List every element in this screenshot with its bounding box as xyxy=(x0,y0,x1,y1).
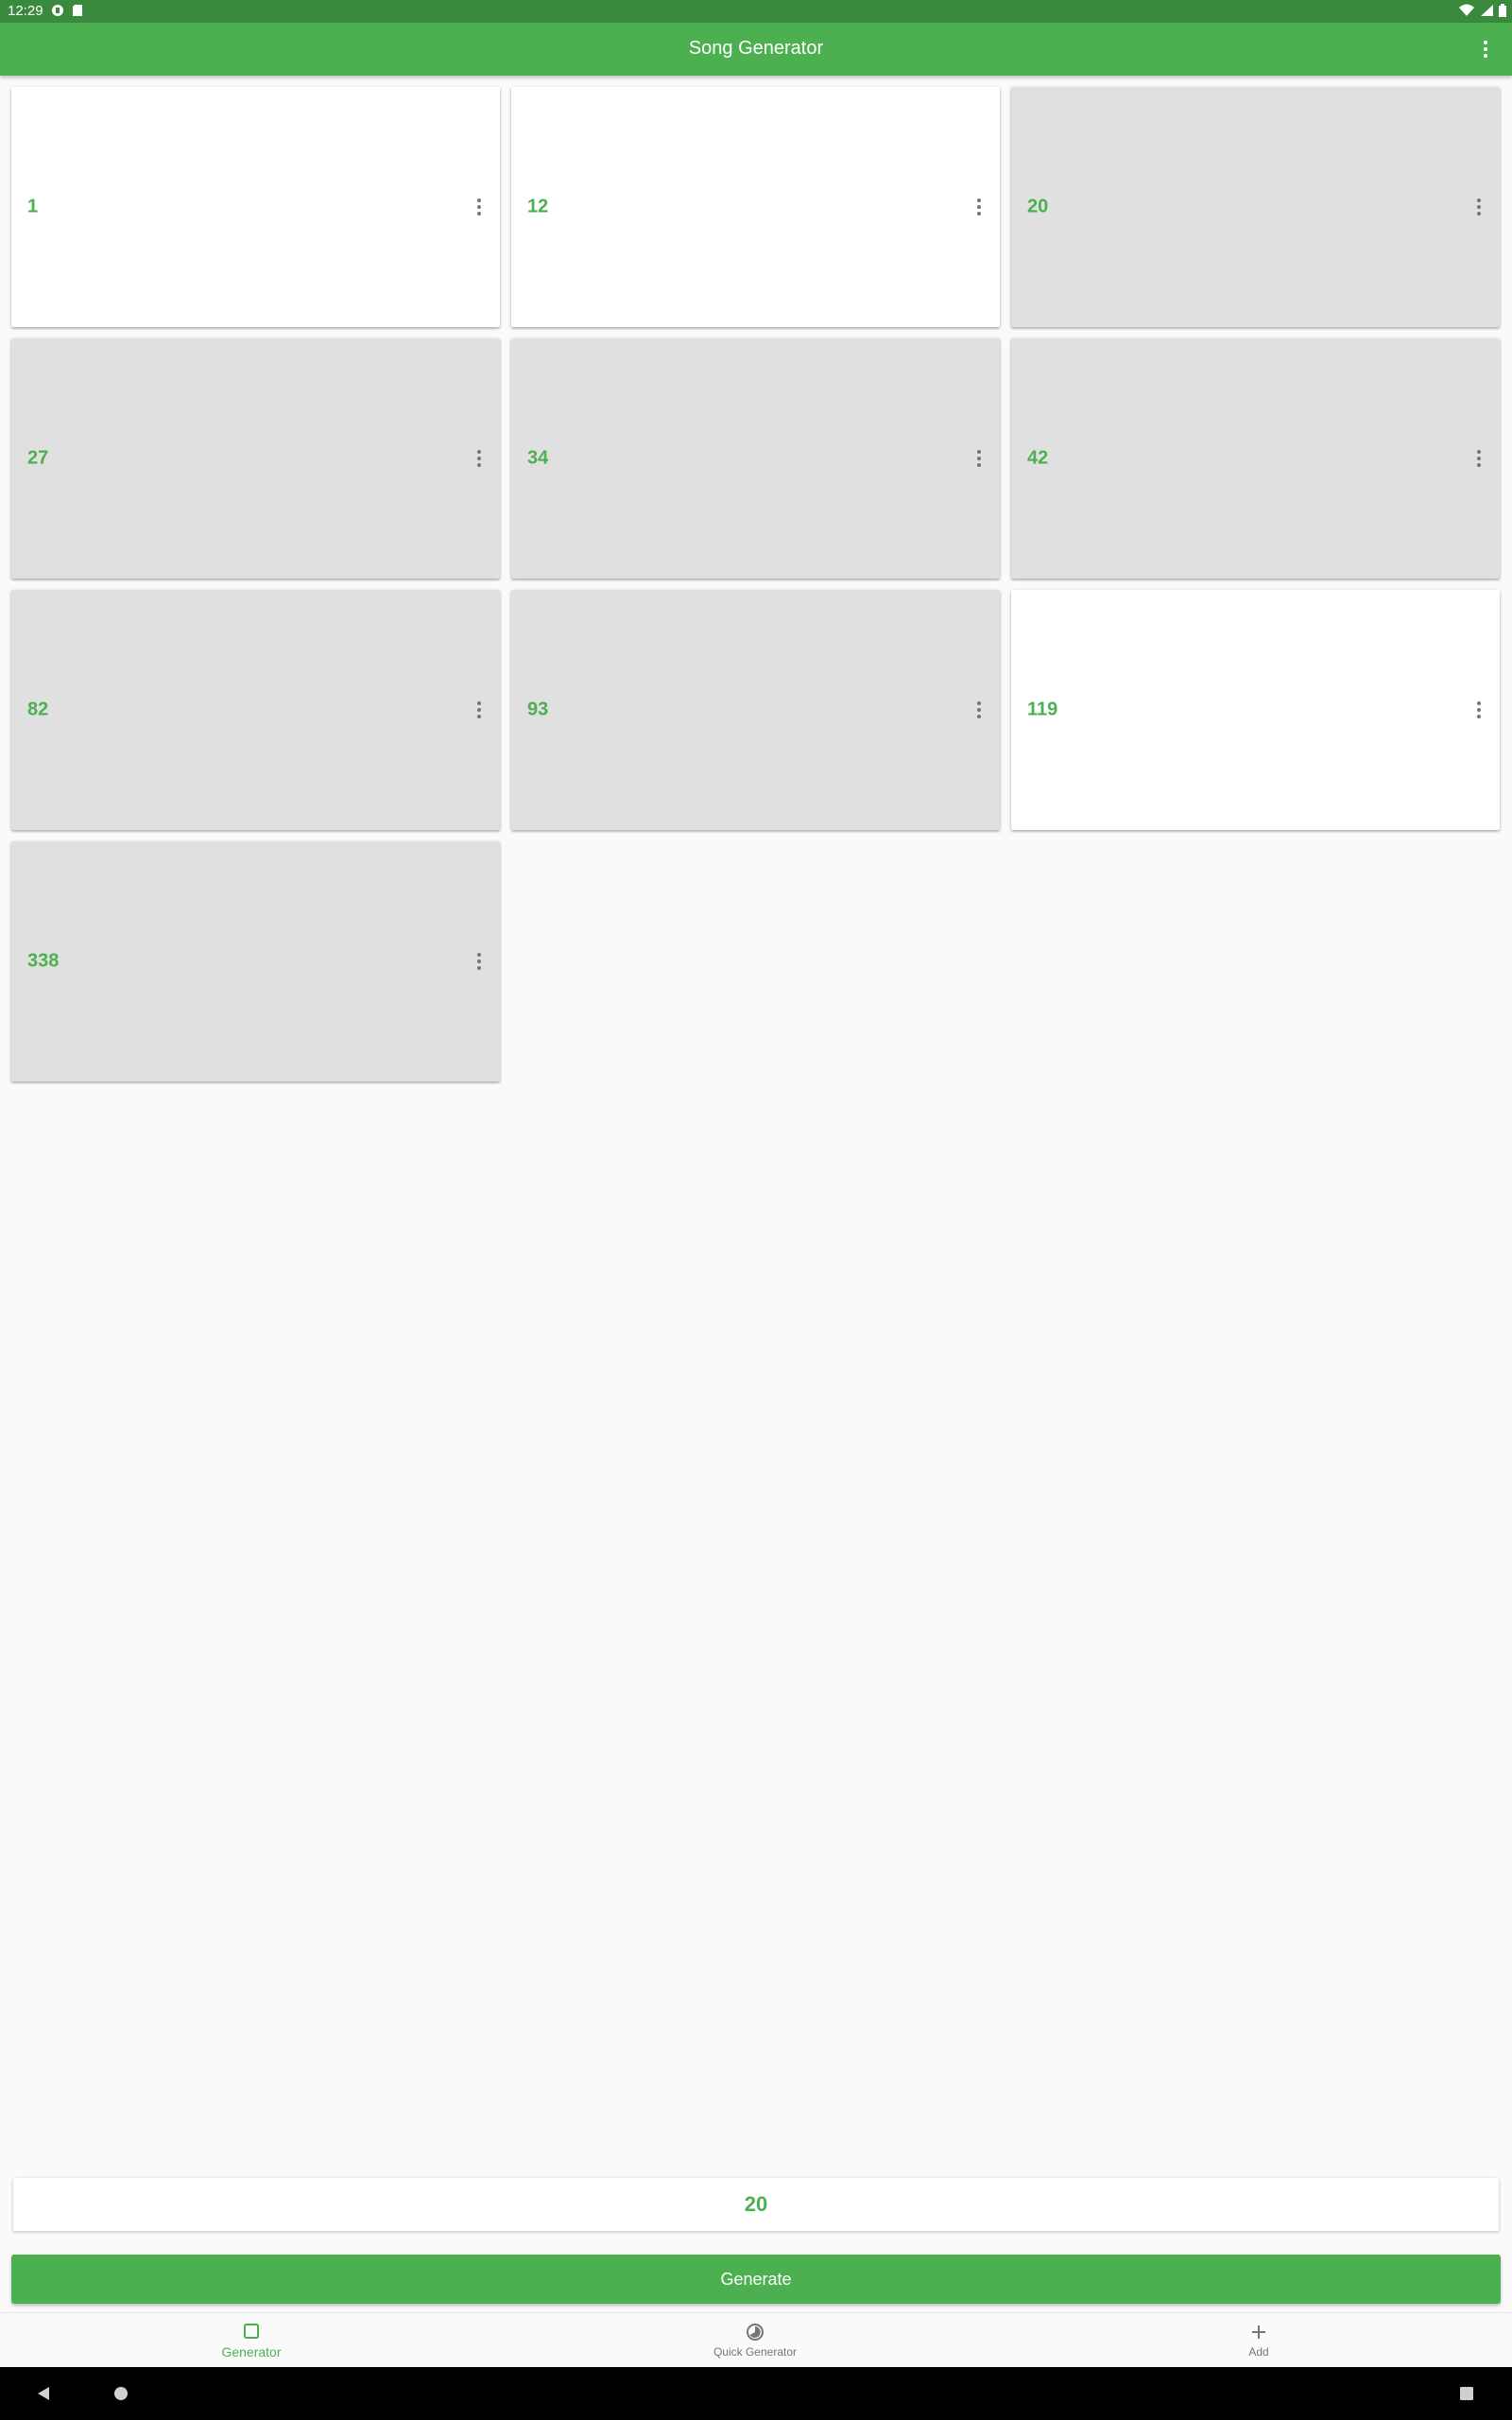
nav-quick-generator-label: Quick Generator xyxy=(713,2345,798,2359)
song-card-119[interactable]: 119 xyxy=(1011,590,1500,830)
card-more-icon[interactable] xyxy=(1471,699,1486,721)
nav-quick-generator[interactable]: Quick Generator xyxy=(661,2313,850,2368)
song-number: 27 xyxy=(27,447,49,469)
wifi-icon xyxy=(1459,4,1474,21)
song-grid: 1 12 20 27 34 42 82 93 119 338 xyxy=(11,87,1501,1081)
song-number: 34 xyxy=(527,447,549,469)
signal-icon xyxy=(1480,4,1493,21)
song-number: 20 xyxy=(1027,196,1049,217)
card-more-icon[interactable] xyxy=(472,699,487,721)
status-bar: 12:29 xyxy=(0,0,1512,23)
battery-icon xyxy=(1499,4,1506,21)
square-outline-icon xyxy=(243,2322,260,2341)
song-card-34[interactable]: 34 xyxy=(511,338,1000,579)
nav-add[interactable]: Add xyxy=(1164,2313,1353,2368)
nav-generator[interactable]: Generator xyxy=(157,2313,346,2368)
song-number: 82 xyxy=(27,699,49,720)
song-number: 119 xyxy=(1027,699,1058,720)
card-more-icon[interactable] xyxy=(971,699,987,721)
timer-icon xyxy=(746,2323,765,2342)
back-icon[interactable] xyxy=(6,2367,81,2420)
recents-icon[interactable] xyxy=(1429,2367,1504,2420)
song-card-20[interactable]: 20 xyxy=(1011,87,1500,327)
song-card-1[interactable]: 1 xyxy=(11,87,500,327)
cast-icon xyxy=(51,4,64,21)
home-icon[interactable] xyxy=(83,2367,159,2420)
song-card-12[interactable]: 12 xyxy=(511,87,1000,327)
system-nav-bar xyxy=(0,2367,1512,2420)
card-more-icon[interactable] xyxy=(1471,447,1486,470)
card-more-icon[interactable] xyxy=(472,196,487,218)
bottom-navigation: Generator Quick Generator Add xyxy=(0,2312,1512,2367)
card-more-icon[interactable] xyxy=(971,447,987,470)
plus-icon xyxy=(1250,2323,1267,2342)
song-card-42[interactable]: 42 xyxy=(1011,338,1500,579)
status-time: 12:29 xyxy=(8,3,43,19)
song-number: 338 xyxy=(27,950,60,972)
card-more-icon[interactable] xyxy=(971,196,987,218)
song-number: 1 xyxy=(27,196,39,217)
card-more-icon[interactable] xyxy=(472,950,487,973)
nav-add-label: Add xyxy=(1248,2345,1269,2359)
more-vert-icon[interactable] xyxy=(1474,36,1497,62)
song-card-27[interactable]: 27 xyxy=(11,338,500,579)
song-number: 93 xyxy=(527,699,549,720)
generate-button[interactable]: Generate xyxy=(11,2255,1501,2304)
card-more-icon[interactable] xyxy=(472,447,487,470)
sd-card-icon xyxy=(72,4,83,21)
song-card-93[interactable]: 93 xyxy=(511,590,1000,830)
app-title: Song Generator xyxy=(688,38,824,59)
app-bar: Song Generator xyxy=(0,23,1512,76)
card-more-icon[interactable] xyxy=(1471,196,1486,218)
song-card-82[interactable]: 82 xyxy=(11,590,500,830)
nav-generator-label: Generator xyxy=(221,2344,282,2360)
song-number: 12 xyxy=(527,196,549,217)
song-card-338[interactable]: 338 xyxy=(11,841,500,1081)
song-number: 42 xyxy=(1027,447,1049,469)
result-display: 20 xyxy=(13,2178,1499,2231)
